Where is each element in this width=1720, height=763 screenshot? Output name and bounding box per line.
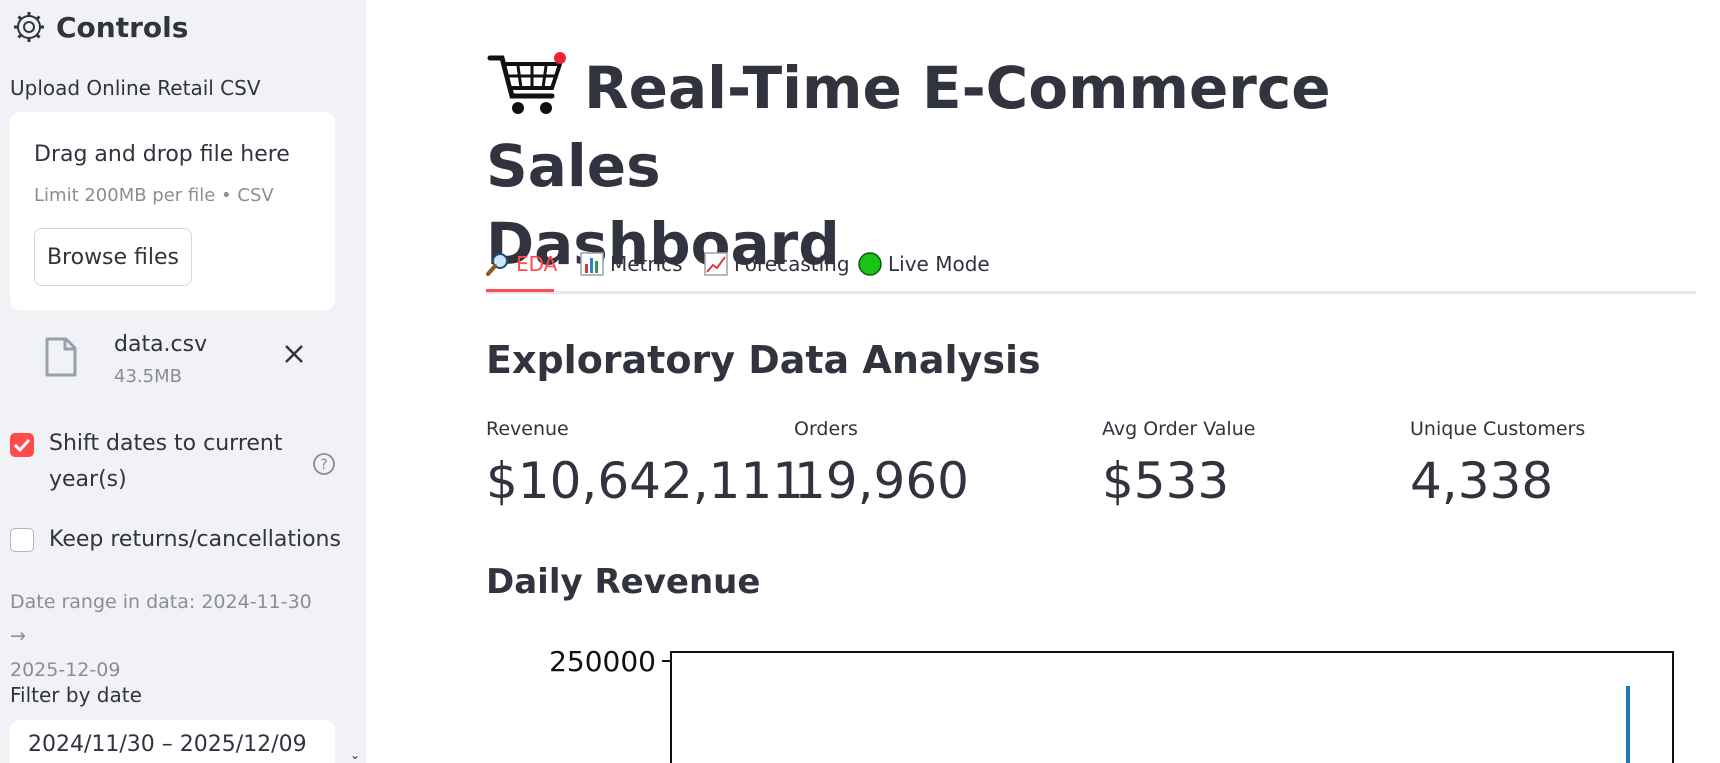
shift-dates-checkbox[interactable]: [10, 433, 34, 457]
file-dropzone[interactable]: Drag and drop file here Limit 200MB per …: [10, 112, 335, 310]
metric-value: 4,338: [1410, 452, 1554, 510]
magnifier-icon: [486, 253, 508, 276]
dropzone-title: Drag and drop file here: [34, 142, 290, 167]
chevron-down-icon[interactable]: ⌄: [350, 748, 360, 762]
tab-bar: EDA Metrics Forecasting Live Mode: [486, 244, 1696, 294]
metric-avg-order-value: Avg Order Value $533: [1102, 418, 1255, 510]
date-range-line2: 2025-12-09: [10, 659, 121, 681]
file-name: data.csv: [114, 332, 208, 357]
tab-live-mode-label: Live Mode: [888, 252, 990, 276]
shift-dates-label-line1: Shift dates to current: [49, 431, 283, 456]
tab-forecasting-label: Forecasting: [734, 252, 850, 276]
metric-value: 19,960: [794, 452, 969, 510]
sidebar: Controls Upload Online Retail CSV Drag a…: [0, 0, 366, 763]
plot-frame: [670, 651, 1674, 763]
line-chart-icon: [704, 252, 728, 276]
uploaded-file: data.csv 43.5MB: [44, 330, 334, 396]
tab-eda[interactable]: EDA: [486, 244, 557, 284]
file-icon: [45, 337, 77, 377]
browse-files-button[interactable]: Browse files: [34, 228, 192, 286]
filter-by-date-label: Filter by date: [10, 683, 142, 707]
metric-value: $533: [1102, 452, 1230, 510]
tab-eda-label: EDA: [516, 252, 558, 276]
svg-text:?: ?: [320, 457, 327, 473]
main-content: Real-Time E-Commerce Sales Dashboard EDA…: [366, 0, 1720, 763]
tab-forecasting[interactable]: Forecasting: [704, 244, 850, 284]
dropzone-limit: Limit 200MB per file • CSV: [34, 185, 274, 206]
metric-unique-customers: Unique Customers 4,338: [1410, 418, 1585, 510]
help-icon[interactable]: ?: [312, 452, 336, 476]
date-range-line1: Date range in data: 2024-11-30 →: [10, 591, 312, 647]
keep-returns-label: Keep returns/cancellations: [49, 527, 341, 552]
sidebar-header: Controls: [12, 10, 188, 44]
tab-live-mode[interactable]: Live Mode: [858, 244, 990, 284]
close-icon[interactable]: [282, 342, 306, 366]
bar-chart-icon: [580, 252, 604, 276]
tab-metrics-label: Metrics: [610, 252, 683, 276]
daily-revenue-chart: 250000: [549, 645, 1674, 763]
shift-dates-label-line2: year(s): [49, 467, 127, 492]
page-title-line1: Real-Time E-Commerce Sales: [486, 54, 1331, 200]
green-circle-icon: [858, 252, 882, 276]
shift-dates-label: Shift dates to current year(s): [49, 426, 283, 498]
tab-metrics[interactable]: Metrics: [580, 244, 683, 284]
file-size: 43.5MB: [114, 366, 182, 387]
metric-label: Avg Order Value: [1102, 418, 1256, 440]
metric-label: Orders: [794, 418, 858, 440]
chart-title: Daily Revenue: [486, 562, 761, 602]
active-tab-indicator: [486, 289, 554, 292]
metric-value: $10,642,111: [486, 452, 805, 510]
gear-icon: [14, 12, 44, 42]
date-filter-input[interactable]: 2024/11/30 – 2025/12/09: [10, 720, 335, 763]
metric-revenue: Revenue $10,642,111: [486, 418, 804, 510]
y-tick-label: 250000: [549, 645, 656, 678]
sidebar-title: Controls: [56, 10, 189, 44]
keep-returns-checkbox[interactable]: [10, 528, 34, 552]
date-range-info: Date range in data: 2024-11-30 → 2025-12…: [10, 585, 330, 687]
metric-orders: Orders 19,960: [794, 418, 969, 510]
upload-label: Upload Online Retail CSV: [10, 76, 261, 100]
metric-label: Unique Customers: [1410, 418, 1586, 440]
section-title: Exploratory Data Analysis: [486, 338, 1041, 382]
checkmark-icon: [13, 438, 31, 453]
shopping-cart-icon: [487, 52, 566, 114]
metric-label: Revenue: [486, 418, 569, 440]
